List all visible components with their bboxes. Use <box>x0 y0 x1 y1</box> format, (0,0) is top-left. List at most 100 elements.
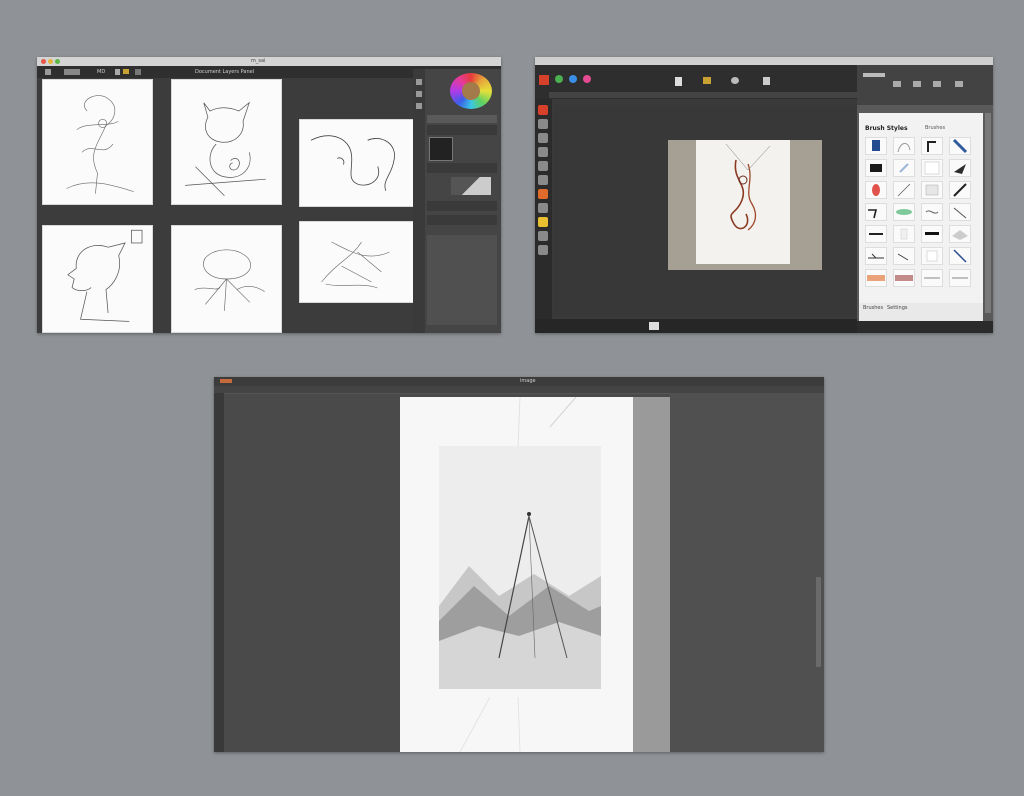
eraser-icon[interactable] <box>416 91 422 97</box>
brush-thin-line-2[interactable] <box>949 269 971 287</box>
brush-stamp[interactable] <box>921 181 943 199</box>
brush-pencil[interactable] <box>893 181 915 199</box>
marquee-tool[interactable] <box>538 119 548 129</box>
brush-icon[interactable] <box>45 69 51 75</box>
mountain-illustration <box>439 446 601 689</box>
branch-sketch[interactable] <box>299 221 414 303</box>
opacity-slider[interactable] <box>451 177 491 195</box>
brush-fan[interactable] <box>949 203 971 221</box>
stamp-tool[interactable] <box>538 175 548 185</box>
brush-white[interactable] <box>921 247 943 265</box>
lasso-tool[interactable] <box>538 133 548 143</box>
brush-card[interactable] <box>921 159 943 177</box>
empty-panel <box>427 235 497 325</box>
brush-marker[interactable] <box>921 225 943 243</box>
photo-thumbnail[interactable] <box>649 322 659 330</box>
zoom-button[interactable] <box>55 59 60 64</box>
text-tool[interactable] <box>538 231 548 241</box>
star-icon[interactable] <box>555 75 563 83</box>
palette-icon[interactable] <box>583 75 591 83</box>
layer-row[interactable] <box>427 125 497 135</box>
gradient-tool[interactable] <box>538 203 548 213</box>
grid-icon[interactable] <box>135 69 141 75</box>
face-sketch[interactable] <box>299 119 414 207</box>
gear-icon[interactable] <box>569 75 577 83</box>
cat-sketch[interactable] <box>171 79 282 205</box>
move-tool[interactable] <box>538 105 548 115</box>
shape-tool[interactable] <box>538 245 548 255</box>
footer-settings[interactable]: Settings <box>887 305 908 311</box>
brush-smear[interactable] <box>921 203 943 221</box>
folder-icon[interactable] <box>703 77 711 84</box>
more-icon[interactable] <box>955 81 963 87</box>
minimize-button[interactable] <box>48 59 53 64</box>
document-icon[interactable] <box>675 77 682 86</box>
canvas-area[interactable] <box>553 105 857 317</box>
panel-scrollbar[interactable] <box>985 113 991 313</box>
brush-green-leaf[interactable] <box>893 203 915 221</box>
page[interactable] <box>400 397 633 752</box>
eraser-tool[interactable] <box>538 189 548 199</box>
canvas-window: image <box>214 377 824 752</box>
brush-texture[interactable] <box>949 225 971 243</box>
window-title: m_sai <box>251 58 266 64</box>
layer-row[interactable] <box>427 201 497 211</box>
app-icon[interactable] <box>539 75 549 85</box>
hand-icon[interactable] <box>416 103 422 109</box>
crop-tool[interactable] <box>538 147 548 157</box>
status-bar <box>535 319 859 333</box>
right-sidebar <box>670 393 824 752</box>
panel-tabs <box>857 65 993 105</box>
top-bar: image <box>214 377 824 386</box>
brush-dash[interactable] <box>865 225 887 243</box>
brush-tool[interactable] <box>538 161 548 171</box>
brush-list: Brush Styles Brushes <box>859 113 983 303</box>
grid-icon[interactable] <box>933 81 941 87</box>
canvas-backdrop <box>632 397 670 752</box>
brush-red-dab[interactable] <box>865 181 887 199</box>
brush-quill[interactable] <box>949 247 971 265</box>
brush-dark-block[interactable] <box>865 159 887 177</box>
flower-sketch[interactable] <box>171 225 282 333</box>
eye-icon[interactable] <box>731 77 739 84</box>
color-wheel-center <box>462 82 480 100</box>
figure-sketch[interactable] <box>42 79 153 205</box>
layer-row[interactable] <box>427 163 497 173</box>
folder-icon[interactable] <box>123 69 129 74</box>
brush-gradient-swatch[interactable] <box>865 269 887 287</box>
lock-icon[interactable] <box>115 69 120 75</box>
brush-wave[interactable] <box>865 203 887 221</box>
options-bar <box>549 92 859 98</box>
brush-light-stroke[interactable] <box>893 159 915 177</box>
layers-header <box>427 115 497 123</box>
layer-thumbnail[interactable] <box>429 137 453 161</box>
brush-color-swatch[interactable] <box>893 269 915 287</box>
brush-brush[interactable] <box>893 247 915 265</box>
brush-splash[interactable] <box>949 159 971 177</box>
tab-brushes[interactable] <box>863 73 885 77</box>
trash-icon[interactable] <box>763 77 770 85</box>
footer-brushes[interactable]: Brushes <box>863 305 883 311</box>
layer-row[interactable] <box>427 215 497 225</box>
pen-tool[interactable] <box>538 217 548 227</box>
brush-curve[interactable] <box>893 137 915 155</box>
app-icon[interactable] <box>220 379 232 383</box>
toolbar-label: Document Layers Panel <box>195 69 255 75</box>
brush-scribble[interactable] <box>865 247 887 265</box>
profile-sketch[interactable] <box>42 225 153 333</box>
brush-feather-blue[interactable] <box>949 137 971 155</box>
brush-hook[interactable] <box>921 137 943 155</box>
brush-charcoal[interactable] <box>949 181 971 199</box>
toolbar-value: MD <box>97 69 106 75</box>
sidebar-scrollbar[interactable] <box>816 577 821 667</box>
list-icon[interactable] <box>913 81 921 87</box>
brush-ink-square[interactable] <box>865 137 887 155</box>
brush-blank[interactable] <box>893 225 915 243</box>
settings-icon[interactable] <box>893 81 901 87</box>
pen-icon[interactable] <box>416 79 422 85</box>
artboard[interactable] <box>668 140 822 270</box>
document-title: image <box>520 378 536 384</box>
zoom-field[interactable] <box>64 69 80 75</box>
brush-thin-line[interactable] <box>921 269 943 287</box>
close-button[interactable] <box>41 59 46 64</box>
